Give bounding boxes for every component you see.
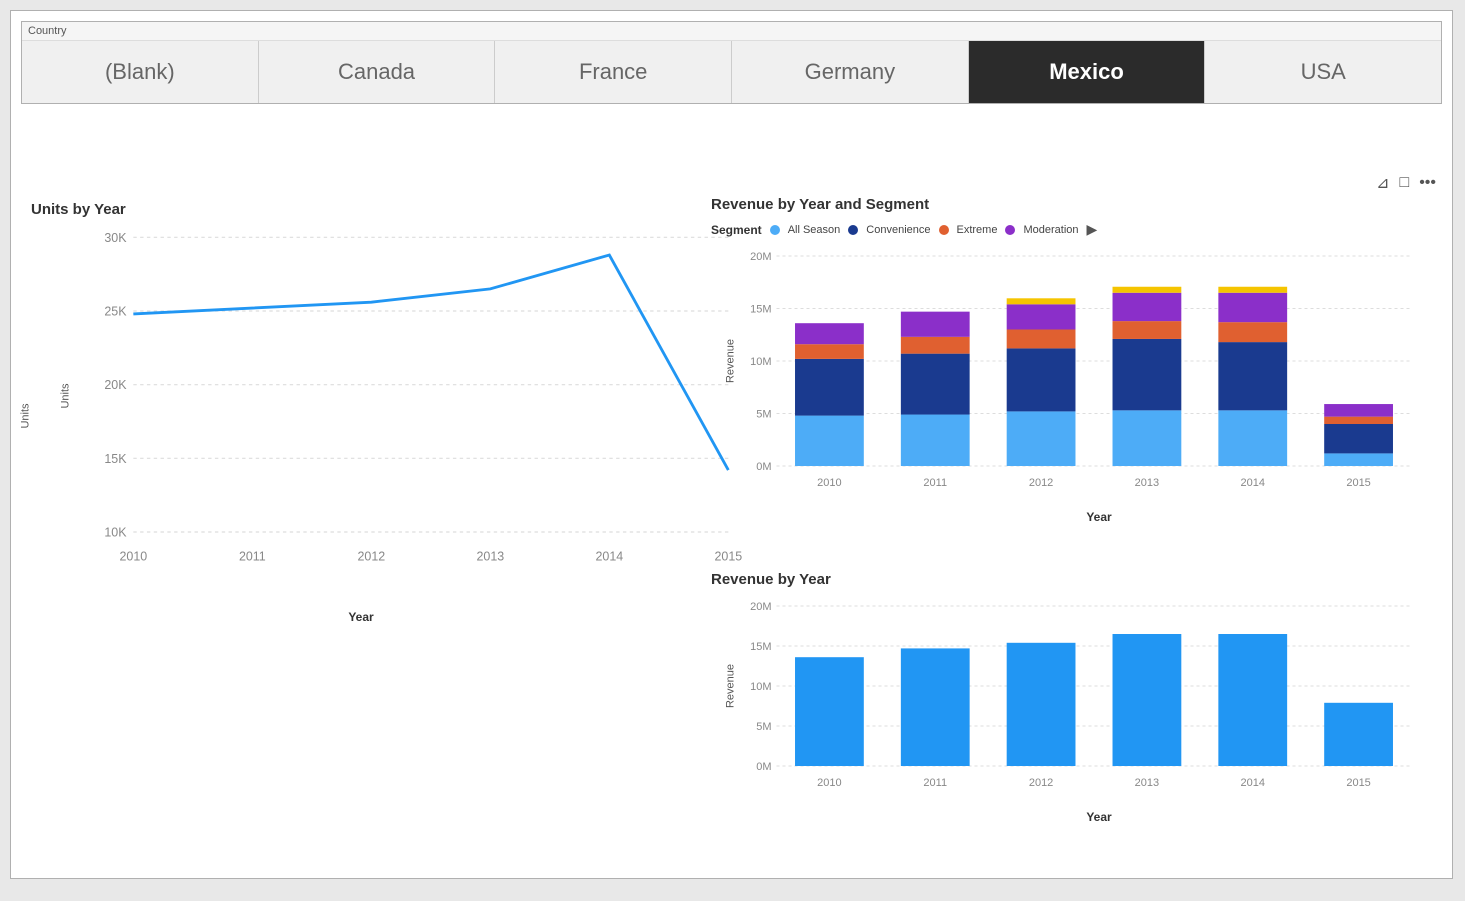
- units-chart-container: Units by Year Units 30K 25K 20K 15K 10K 2010 2…: [31, 201, 691, 631]
- svg-text:2015: 2015: [1346, 477, 1370, 489]
- svg-text:2012: 2012: [1029, 477, 1053, 489]
- country-btn-france[interactable]: France: [495, 41, 732, 103]
- units-chart-inner: 30K25K20K15K10K201020112012201320142015U…: [81, 226, 741, 566]
- legend-dot-moderation: [1005, 225, 1015, 235]
- svg-text:10M: 10M: [750, 356, 771, 368]
- svg-text:2014: 2014: [1241, 477, 1265, 489]
- units-x-axis-label: Year: [31, 610, 691, 624]
- svg-text:15M: 15M: [750, 304, 771, 316]
- svg-text:2013: 2013: [476, 549, 504, 563]
- country-btn-germany[interactable]: Germany: [732, 41, 969, 103]
- toolbar: ⊿ □ •••: [1376, 173, 1436, 193]
- legend-label-extreme: Extreme: [957, 224, 998, 236]
- svg-text:25K: 25K: [104, 305, 127, 319]
- units-chart-area: Units 30K 25K 20K 15K 10K 2010 2011 2012 2013 201…: [31, 226, 691, 606]
- svg-text:Revenue: Revenue: [725, 664, 737, 708]
- svg-text:2014: 2014: [1241, 777, 1265, 789]
- svg-text:2014: 2014: [595, 549, 623, 563]
- svg-text:15M: 15M: [750, 641, 771, 653]
- filter-icon[interactable]: ⊿: [1376, 173, 1389, 193]
- country-btn-canada[interactable]: Canada: [259, 41, 496, 103]
- legend-dot-convenience: [848, 225, 858, 235]
- svg-text:2012: 2012: [1029, 777, 1053, 789]
- legend-dot-extreme: [939, 225, 949, 235]
- units-chart-title: Units by Year: [31, 201, 691, 218]
- svg-text:15K: 15K: [104, 452, 127, 466]
- svg-text:20K: 20K: [104, 378, 127, 392]
- legend-label-convenience: Convenience: [866, 224, 930, 236]
- svg-text:2011: 2011: [923, 777, 947, 789]
- svg-text:10K: 10K: [104, 526, 127, 540]
- svg-text:2010: 2010: [817, 477, 841, 489]
- units-y-axis-label: Units: [20, 403, 32, 428]
- slicer-label: Country: [22, 22, 1441, 40]
- units-y-label: Units: [60, 383, 72, 408]
- svg-text:5M: 5M: [756, 409, 771, 421]
- dashboard: Country (Blank)CanadaFranceGermanyMexico…: [10, 10, 1453, 879]
- country-btn-usa[interactable]: USA: [1205, 41, 1441, 103]
- expand-icon[interactable]: □: [1400, 174, 1410, 192]
- rev-segment-x-label: Year: [766, 510, 1432, 524]
- svg-text:2015: 2015: [1346, 777, 1370, 789]
- legend-more-icon[interactable]: ▶: [1087, 221, 1098, 238]
- legend-label-moderation: Moderation: [1023, 224, 1078, 236]
- svg-text:2011: 2011: [239, 549, 266, 563]
- country-btn-mexico[interactable]: Mexico: [969, 41, 1206, 103]
- svg-text:10M: 10M: [750, 681, 771, 693]
- svg-text:0M: 0M: [756, 761, 771, 773]
- svg-text:2010: 2010: [119, 549, 147, 563]
- rev-segment-container: Revenue by Year and Segment Segment All S…: [711, 196, 1432, 556]
- svg-text:0M: 0M: [756, 461, 771, 473]
- rev-year-container: Revenue by Year 0M 5M 10M 15M 20M Revenue 2010…: [711, 571, 1432, 861]
- legend-dot-all-season: [770, 225, 780, 235]
- more-options-icon[interactable]: •••: [1419, 174, 1436, 192]
- svg-text:2012: 2012: [357, 549, 385, 563]
- svg-text:5M: 5M: [756, 721, 771, 733]
- svg-text:Revenue: Revenue: [725, 339, 737, 383]
- svg-text:2010: 2010: [817, 777, 841, 789]
- svg-text:20M: 20M: [750, 601, 771, 613]
- rev-segment-title: Revenue by Year and Segment: [711, 196, 1432, 213]
- svg-text:2013: 2013: [1135, 777, 1159, 789]
- svg-text:2013: 2013: [1135, 477, 1159, 489]
- svg-text:2011: 2011: [923, 477, 947, 489]
- country-btn-blank[interactable]: (Blank): [22, 41, 259, 103]
- svg-text:30K: 30K: [104, 231, 127, 245]
- stacked-chart-area: 0M 5M 10M 15M 20M Revenue 2010 2011 2012 2013 2014…: [711, 246, 1432, 506]
- svg-text:20M: 20M: [750, 251, 771, 263]
- segment-text-label: Segment: [711, 223, 762, 237]
- rev-year-title: Revenue by Year: [711, 571, 1432, 588]
- rev-year-x-label: Year: [766, 810, 1432, 824]
- segment-legend: Segment All Season Convenience Extreme Moder…: [711, 221, 1432, 238]
- legend-label-all-season: All Season: [788, 224, 841, 236]
- country-buttons: (Blank)CanadaFranceGermanyMexicoUSA: [22, 40, 1441, 103]
- rev-year-chart-area: 0M 5M 10M 15M 20M Revenue 2010 2011 2012 2013 2014…: [711, 596, 1432, 806]
- country-slicer: Country (Blank)CanadaFranceGermanyMexico…: [21, 21, 1442, 104]
